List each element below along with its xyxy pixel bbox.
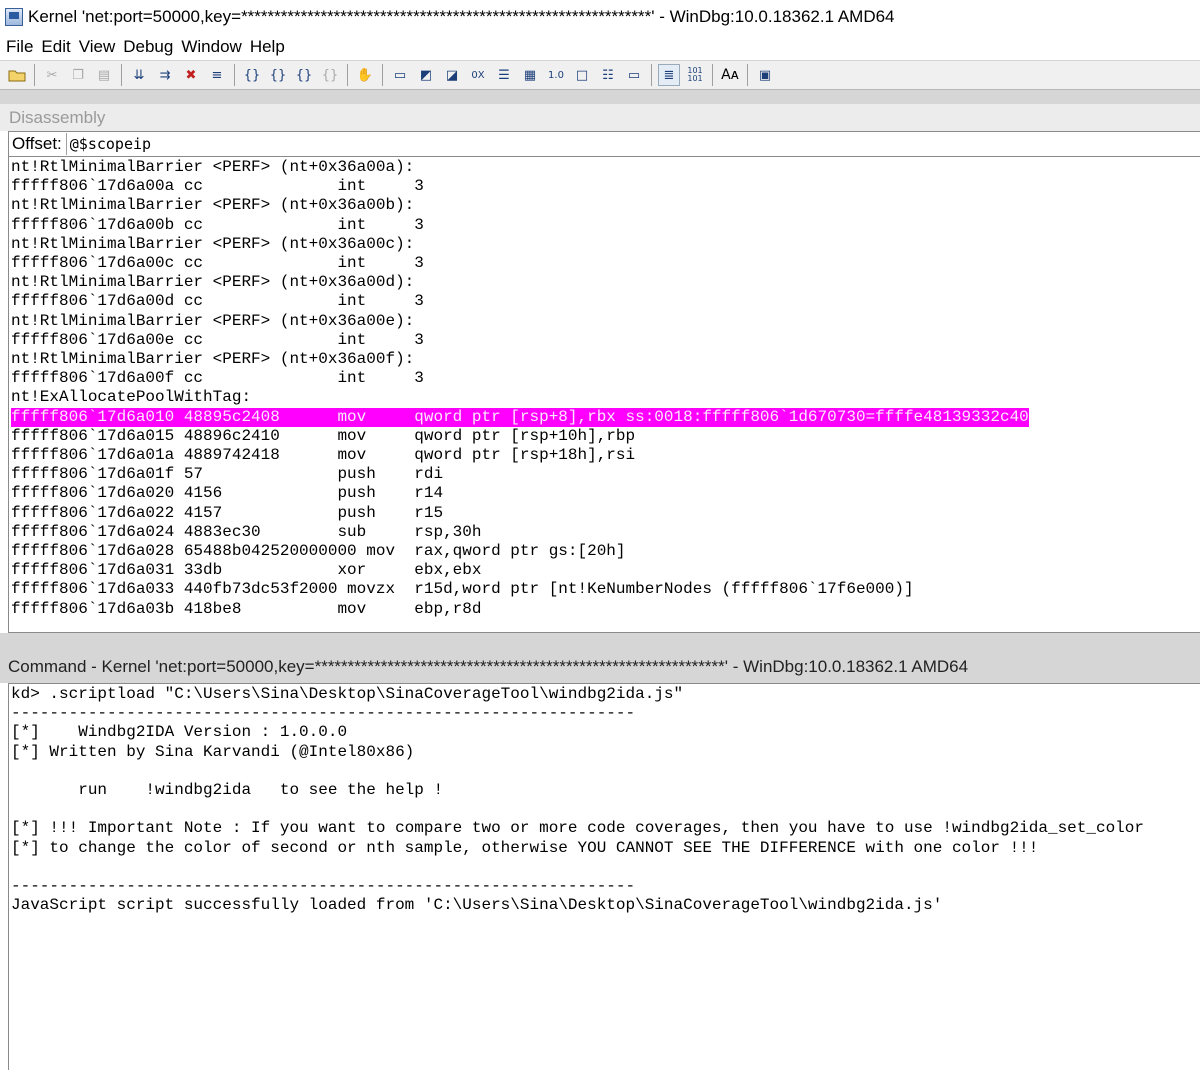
go-icon[interactable]: {} — [241, 64, 263, 86]
toolbar-separator — [234, 64, 235, 86]
processes-icon[interactable]: ☷ — [597, 64, 619, 86]
disassembly-line[interactable]: fffff806`17d6a00a cc int 3 — [11, 177, 424, 196]
menu-bar: File Edit View Debug Window Help — [0, 34, 1200, 60]
disassembly-line[interactable]: fffff806`17d6a03b 418be8 mov ebp,r8d — [11, 600, 481, 619]
options-icon[interactable]: ▣ — [754, 64, 776, 86]
command-output-line: run !windbg2ida to see the help ! — [11, 781, 444, 799]
command-output-line: [*] Written by Sina Karvandi (@Intel80x8… — [11, 742, 415, 761]
offset-label: Offset: — [12, 134, 62, 153]
menu-edit[interactable]: Edit — [41, 37, 70, 57]
toolbar-separator — [382, 64, 383, 86]
command-output-line: [*] !!! Important Note : If you want to … — [11, 819, 1144, 838]
step-back-icon[interactable]: {} — [319, 64, 341, 86]
disassembly-line[interactable]: fffff806`17d6a022 4157 push r15 — [11, 504, 443, 523]
watch-icon[interactable]: ◩ — [415, 64, 437, 86]
offset-input[interactable] — [65, 133, 1200, 155]
toolbar-separator — [121, 64, 122, 86]
disassembly-icon[interactable]: 1.0 — [545, 64, 567, 86]
toolbar-separator — [651, 64, 652, 86]
disassembly-view[interactable]: nt!RtlMinimalBarrier <PERF> (nt+0x36a00a… — [8, 157, 1200, 633]
disassembly-line[interactable]: nt!ExAllocatePoolWithTag: — [11, 388, 251, 407]
disassembly-line[interactable]: fffff806`17d6a031 33db xor ebx,ebx — [11, 561, 481, 580]
paste-icon[interactable]: ▤ — [93, 64, 115, 86]
command-output-line: kd> .scriptload "C:\Users\Sina\Desktop\S… — [11, 685, 684, 703]
disassembly-line[interactable]: fffff806`17d6a00c cc int 3 — [11, 254, 424, 273]
source-mode-icon[interactable]: ▭ — [623, 64, 645, 86]
menu-view[interactable]: View — [79, 37, 116, 57]
disassembly-line[interactable]: nt!RtlMinimalBarrier <PERF> (nt+0x36a00b… — [11, 196, 414, 215]
disassembly-line[interactable]: fffff806`17d6a024 4883ec30 sub rsp,30h — [11, 523, 481, 542]
toolbar-separator — [34, 64, 35, 86]
call-stack-icon[interactable]: ▦ — [519, 64, 541, 86]
disassembly-line[interactable]: nt!RtlMinimalBarrier <PERF> (nt+0x36a00e… — [11, 312, 414, 331]
disassembly-line[interactable]: nt!RtlMinimalBarrier <PERF> (nt+0x36a00a… — [11, 158, 414, 177]
menu-help[interactable]: Help — [250, 37, 285, 57]
disassembly-line[interactable]: nt!RtlMinimalBarrier <PERF> (nt+0x36a00f… — [11, 350, 414, 369]
disassembly-line[interactable]: fffff806`17d6a01a 4889742418 mov qword p… — [11, 446, 635, 465]
command-output-line: [*] to change the color of second or nth… — [11, 838, 1039, 857]
disassembly-line[interactable]: fffff806`17d6a028 65488b042520000000 mov… — [11, 542, 626, 561]
command-output[interactable]: kd> .scriptload "C:\Users\Sina\Desktop\S… — [8, 683, 1200, 1070]
panel-separator — [0, 90, 1200, 104]
step-into-icon[interactable]: ⇊ — [128, 64, 150, 86]
command-output-line: [*] Windbg2IDA Version : 1.0.0.0 — [11, 723, 348, 742]
cut-icon[interactable]: ✂ — [41, 64, 63, 86]
registers-icon[interactable]: 0X — [467, 64, 489, 86]
command-window-title: Command - Kernel 'net:port=50000,key=***… — [0, 643, 1200, 683]
hand-icon[interactable]: ✋ — [354, 64, 376, 86]
source-mode-icon-active[interactable]: ≣ — [658, 64, 680, 86]
toolbar-separator — [747, 64, 748, 86]
command-icon[interactable]: ▭ — [389, 64, 411, 86]
hex-icon[interactable]: 101 101 — [684, 64, 706, 86]
windbg-app-icon[interactable] — [5, 8, 23, 26]
open-folder-icon[interactable] — [6, 64, 28, 86]
command-output-line: JavaScript script successfully loaded fr… — [11, 896, 943, 915]
disassembly-line[interactable]: nt!RtlMinimalBarrier <PERF> (nt+0x36a00d… — [11, 273, 414, 292]
command-output-line: ----------------------------------------… — [11, 877, 636, 895]
menu-window[interactable]: Window — [181, 37, 241, 57]
menu-debug[interactable]: Debug — [123, 37, 173, 57]
window-title: Kernel 'net:port=50000,key=*************… — [28, 7, 895, 26]
copy-icon[interactable]: ❐ — [67, 64, 89, 86]
disassembly-line[interactable]: fffff806`17d6a00f cc int 3 — [11, 369, 424, 388]
break-icon[interactable]: ✖ — [180, 64, 202, 86]
scratch-pad-icon[interactable]: □ — [571, 64, 593, 86]
disassembly-title: Disassembly — [0, 104, 1200, 131]
toolbar-separator — [712, 64, 713, 86]
disassembly-line[interactable]: fffff806`17d6a00d cc int 3 — [11, 292, 424, 311]
title-bar: Kernel 'net:port=50000,key=*************… — [0, 0, 1200, 34]
restart-icon[interactable]: {} — [293, 64, 315, 86]
panel-separator — [0, 633, 1200, 643]
disassembly-line[interactable]: fffff806`17d6a00e cc int 3 — [11, 331, 424, 350]
font-icon[interactable]: Aᴀ — [719, 64, 741, 86]
offset-row: Offset: — [8, 131, 1200, 157]
command-output-line: ----------------------------------------… — [11, 704, 636, 723]
toolbar: ✂ ❐ ▤ ⇊ ⇉ ✖ ≡ {} {} {} {} ✋ ▭ ◩ ◪ 0X ☰ ▦… — [0, 60, 1200, 90]
step-out-icon[interactable]: {} — [267, 64, 289, 86]
disassembly-line-current[interactable]: fffff806`17d6a010 48895c2408 mov qword p… — [11, 407, 1029, 427]
menu-file[interactable]: File — [6, 37, 33, 57]
disassembly-line[interactable]: nt!RtlMinimalBarrier <PERF> (nt+0x36a00c… — [11, 235, 414, 254]
toolbar-separator — [347, 64, 348, 86]
locals-icon[interactable]: ◪ — [441, 64, 463, 86]
memory-icon[interactable]: ☰ — [493, 64, 515, 86]
disassembly-line[interactable]: fffff806`17d6a033 440fb73dc53f2000 movzx… — [11, 580, 914, 599]
disassembly-line[interactable]: fffff806`17d6a00b cc int 3 — [11, 216, 424, 235]
disassembly-line[interactable]: fffff806`17d6a020 4156 push r14 — [11, 484, 443, 503]
run-to-cursor-icon[interactable]: ≡ — [206, 64, 228, 86]
step-over-icon[interactable]: ⇉ — [154, 64, 176, 86]
disassembly-line[interactable]: fffff806`17d6a015 48896c2410 mov qword p… — [11, 427, 635, 446]
disassembly-line[interactable]: fffff806`17d6a01f 57 push rdi — [11, 465, 443, 484]
